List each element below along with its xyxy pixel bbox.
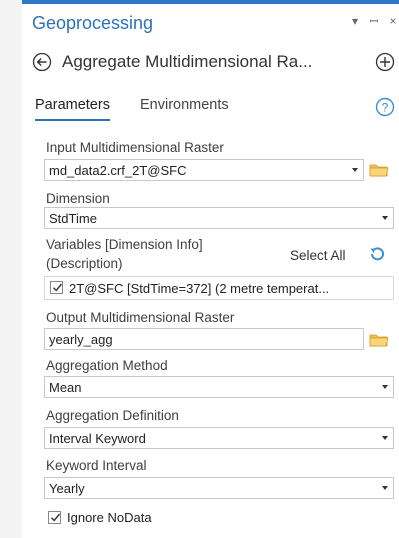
aggregation-definition-label: Aggregation Definition <box>46 408 179 423</box>
tool-title: Aggregate Multidimensional Ra... <box>62 52 313 71</box>
variables-label-line1: Variables [Dimension Info] <box>46 237 203 252</box>
options-dropdown-icon[interactable]: ▾ <box>349 14 361 29</box>
variables-label-line2: (Description) <box>46 256 123 271</box>
output-raster-value: yearly_agg <box>49 332 113 347</box>
dimension-value: StdTime <box>49 211 97 226</box>
output-raster-input[interactable]: yearly_agg <box>44 328 364 350</box>
back-icon[interactable] <box>32 52 52 72</box>
pane-titlebar: Geoprocessing ▾ ꟷ × <box>22 4 399 40</box>
keyword-interval-value: Yearly <box>49 481 85 496</box>
input-raster-label: Input Multidimensional Raster <box>46 140 224 155</box>
tab-environments[interactable]: Environments <box>140 97 229 119</box>
add-icon[interactable] <box>375 52 395 72</box>
refresh-icon[interactable] <box>368 245 386 263</box>
input-raster-dropdown[interactable]: md_data2.crf_2T@SFC <box>44 159 364 181</box>
output-raster-label: Output Multidimensional Raster <box>46 310 235 325</box>
ignore-nodata-label: Ignore NoData <box>67 510 152 525</box>
svg-text:?: ? <box>382 101 389 115</box>
aggregation-definition-dropdown[interactable]: Interval Keyword <box>44 427 394 449</box>
aggregation-method-dropdown[interactable]: Mean <box>44 376 394 398</box>
keyword-interval-dropdown[interactable]: Yearly <box>44 477 394 499</box>
tool-tabs: Parameters Environments ? <box>32 97 395 125</box>
aggregation-method-label: Aggregation Method <box>46 358 168 373</box>
variable-item-label: 2T@SFC [StdTime=372] (2 metre temperat..… <box>69 281 330 296</box>
aggregation-method-value: Mean <box>49 380 82 395</box>
folder-icon[interactable] <box>369 332 389 348</box>
pane-controls: ▾ ꟷ × <box>349 14 399 29</box>
check-icon <box>51 513 61 522</box>
select-all-link[interactable]: Select All <box>290 248 346 263</box>
pane-title: Geoprocessing <box>32 13 154 33</box>
close-icon[interactable]: × <box>387 14 399 29</box>
pin-icon[interactable]: ꟷ <box>368 14 380 29</box>
chevron-down-icon[interactable] <box>382 385 388 389</box>
variable-checkbox[interactable] <box>50 281 63 294</box>
aggregation-definition-value: Interval Keyword <box>49 431 146 446</box>
ignore-nodata-checkbox[interactable] <box>48 511 61 524</box>
check-icon <box>53 283 63 292</box>
tab-parameters[interactable]: Parameters <box>35 97 110 121</box>
input-raster-value: md_data2.crf_2T@SFC <box>49 163 187 178</box>
chevron-down-icon[interactable] <box>382 486 388 490</box>
help-icon[interactable]: ? <box>375 97 395 117</box>
chevron-down-icon[interactable] <box>382 216 388 220</box>
keyword-interval-label: Keyword Interval <box>46 458 147 473</box>
chevron-down-icon[interactable] <box>352 168 358 172</box>
dimension-label: Dimension <box>46 191 110 206</box>
geoprocessing-pane: Geoprocessing ▾ ꟷ × Aggregate Multidimen… <box>22 0 399 538</box>
chevron-down-icon[interactable] <box>382 436 388 440</box>
dimension-dropdown[interactable]: StdTime <box>44 207 394 229</box>
left-margin <box>0 0 22 538</box>
folder-icon[interactable] <box>369 162 389 178</box>
variables-list: 2T@SFC [StdTime=372] (2 metre temperat..… <box>44 276 394 300</box>
tool-header: Aggregate Multidimensional Ra... <box>22 48 399 76</box>
